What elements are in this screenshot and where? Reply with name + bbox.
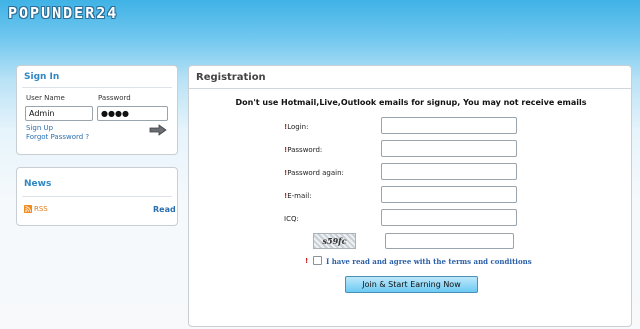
- join-button[interactable]: Join & Start Earning Now: [345, 276, 478, 293]
- password-input[interactable]: ●●●●: [97, 106, 168, 121]
- login-input[interactable]: [381, 117, 517, 134]
- registration-divider: [189, 88, 631, 89]
- password-field-input[interactable]: [381, 140, 517, 157]
- arrow-right-icon[interactable]: [149, 124, 167, 136]
- captcha-image: s59fc: [313, 233, 356, 249]
- rss-link[interactable]: RSS: [34, 205, 48, 213]
- icq-input[interactable]: [381, 209, 517, 226]
- signin-panel: Sign In User Name Password Admin ●●●● Si…: [16, 65, 178, 155]
- email-input[interactable]: [381, 186, 517, 203]
- read-news-link[interactable]: Read: [153, 205, 176, 214]
- captcha-input[interactable]: [385, 233, 514, 249]
- email-label: !E-mail:: [284, 192, 312, 200]
- email-notice: Don't use Hotmail,Live,Outlook emails fo…: [235, 98, 587, 107]
- username-input[interactable]: Admin: [25, 106, 93, 121]
- rss-icon: [24, 205, 32, 213]
- password-again-input[interactable]: [381, 163, 517, 180]
- news-panel: News RSS Read: [16, 167, 178, 226]
- password-label: Password: [98, 94, 131, 102]
- username-label: User Name: [26, 94, 65, 102]
- password-field-label: !Password:: [284, 146, 323, 154]
- terms-agree-label[interactable]: I have read and agree with the terms and…: [326, 257, 532, 266]
- icq-label: ICQ:: [284, 215, 299, 223]
- signin-divider: [22, 87, 172, 88]
- signin-title: Sign In: [24, 72, 60, 82]
- terms-checkbox[interactable]: [313, 256, 322, 265]
- forgot-password-link[interactable]: Forgot Password ?: [26, 133, 89, 141]
- registration-panel: Registration Don't use Hotmail,Live,Outl…: [188, 65, 632, 327]
- signup-link[interactable]: Sign Up: [26, 124, 53, 132]
- site-logo[interactable]: POPUNDER24: [8, 4, 118, 22]
- login-label: !Login:: [284, 123, 309, 131]
- news-title: News: [24, 179, 52, 189]
- password-again-label: !Password again:: [284, 169, 344, 177]
- news-divider: [22, 196, 172, 197]
- required-mark: !: [305, 257, 309, 265]
- registration-title: Registration: [196, 72, 266, 83]
